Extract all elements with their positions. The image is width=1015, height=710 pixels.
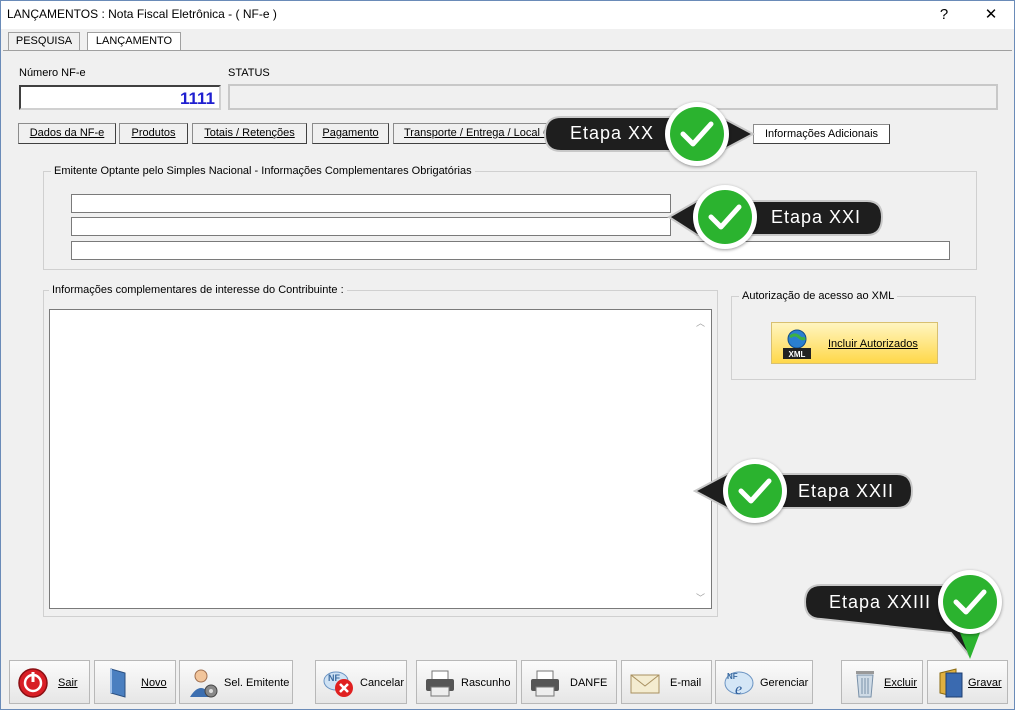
danfe-button[interactable]: DANFE xyxy=(521,660,617,704)
email-icon xyxy=(628,667,662,699)
novo-label: Novo xyxy=(141,677,167,689)
sair-label: Sair xyxy=(58,677,78,689)
window-title: LANÇAMENTOS : Nota Fiscal Eletrônica - (… xyxy=(7,7,277,21)
cancel-nfe-icon: NF xyxy=(322,667,356,699)
contribuinte-textarea[interactable]: ︿ ﹀ xyxy=(49,309,712,609)
recycle-bin-icon xyxy=(848,667,882,699)
check-icon xyxy=(665,102,729,166)
incluir-autorizados-label: Incluir Autorizados xyxy=(828,338,918,350)
rascunho-label: Rascunho xyxy=(461,677,511,689)
gravar-button[interactable]: Gravar xyxy=(927,660,1008,704)
select-user-icon xyxy=(186,667,220,699)
callout-etapa-xxiii: Etapa XXIII xyxy=(801,569,1005,665)
svg-text:e: e xyxy=(735,681,742,698)
gravar-label: Gravar xyxy=(968,677,1002,689)
sair-button[interactable]: Sair xyxy=(9,660,90,704)
rascunho-button[interactable]: Rascunho xyxy=(416,660,517,704)
callout-etapa-xxii: Etapa XXII xyxy=(693,458,915,524)
simples-group-title: Emitente Optante pelo Simples Nacional -… xyxy=(51,165,475,177)
close-button[interactable]: ✕ xyxy=(969,1,1013,29)
tab-divider xyxy=(3,50,1012,51)
excluir-label: Excluir xyxy=(884,677,918,689)
simples-line-2[interactable] xyxy=(71,217,671,236)
excluir-button[interactable]: Excluir xyxy=(841,660,923,704)
cancelar-button[interactable]: NF Cancelar xyxy=(315,660,407,704)
save-icon xyxy=(934,667,968,699)
callout-etapa-xxiii-label: Etapa XXIII xyxy=(829,592,932,612)
gerenciar-button[interactable]: NF e Gerenciar xyxy=(715,660,813,704)
scroll-down-icon[interactable]: ﹀ xyxy=(696,591,705,604)
help-button[interactable]: ? xyxy=(922,1,966,29)
subtab-totais[interactable]: Totais / Retenções xyxy=(192,123,307,144)
xml-group-title: Autorização de acesso ao XML xyxy=(739,290,898,302)
check-icon xyxy=(723,459,787,523)
subtab-produtos[interactable]: Produtos xyxy=(119,123,188,144)
subtab-informacoes-adicionais[interactable]: Informações Adicionais xyxy=(753,124,890,144)
nfe-window: LANÇAMENTOS : Nota Fiscal Eletrônica - (… xyxy=(0,0,1015,710)
callout-etapa-xxi-label: Etapa XXI xyxy=(771,207,862,227)
nf-number-label: Número NF-e xyxy=(19,67,86,79)
sel-emitente-button[interactable]: Sel. Emitente xyxy=(179,660,293,704)
svg-text:XML: XML xyxy=(789,350,806,359)
email-label: E-mail xyxy=(670,677,702,689)
incluir-autorizados-button[interactable]: XML Incluir Autorizados xyxy=(771,322,938,364)
simples-line-1[interactable] xyxy=(71,194,671,213)
status-label: STATUS xyxy=(228,67,270,79)
printer-icon xyxy=(528,667,562,699)
novo-button[interactable]: Novo xyxy=(94,660,176,704)
tab-pesquisa[interactable]: PESQUISA xyxy=(8,32,80,51)
new-document-icon xyxy=(101,667,135,699)
status-field xyxy=(228,84,998,110)
nf-number-field[interactable]: 1111 xyxy=(19,85,221,110)
subtab-pagamento[interactable]: Pagamento xyxy=(312,123,389,144)
title-bar: LANÇAMENTOS : Nota Fiscal Eletrônica - (… xyxy=(1,1,1014,29)
callout-etapa-xxi: Etapa XXI xyxy=(667,185,885,251)
callout-etapa-xx-label: Etapa XX xyxy=(570,123,655,143)
email-button[interactable]: E-mail xyxy=(621,660,712,704)
svg-text:NF: NF xyxy=(727,672,738,681)
check-icon xyxy=(938,570,1002,634)
printer-icon xyxy=(423,667,457,699)
contribuinte-group-title: Informações complementares de interesse … xyxy=(49,284,347,296)
tab-lancamento[interactable]: LANÇAMENTO xyxy=(87,32,181,51)
subtab-dados-nfe[interactable]: Dados da NF-e xyxy=(18,123,116,144)
cancelar-label: Cancelar xyxy=(360,677,405,689)
nf-number-value: 1111 xyxy=(179,89,215,108)
check-icon xyxy=(693,185,757,249)
xml-globe-icon: XML xyxy=(782,328,812,360)
exit-icon xyxy=(16,667,50,699)
subtab-transporte[interactable]: Transporte / Entrega / Local Cobrança xyxy=(393,123,551,144)
sel-emitente-label: Sel. Emitente xyxy=(224,677,290,689)
callout-etapa-xxii-label: Etapa XXII xyxy=(798,481,895,501)
danfe-label: DANFE xyxy=(570,677,608,689)
gerenciar-label: Gerenciar xyxy=(760,677,809,689)
callout-etapa-xx: Etapa XX xyxy=(541,102,756,166)
scroll-up-icon[interactable]: ︿ xyxy=(696,316,705,329)
manage-nfe-icon: NF e xyxy=(722,667,756,699)
